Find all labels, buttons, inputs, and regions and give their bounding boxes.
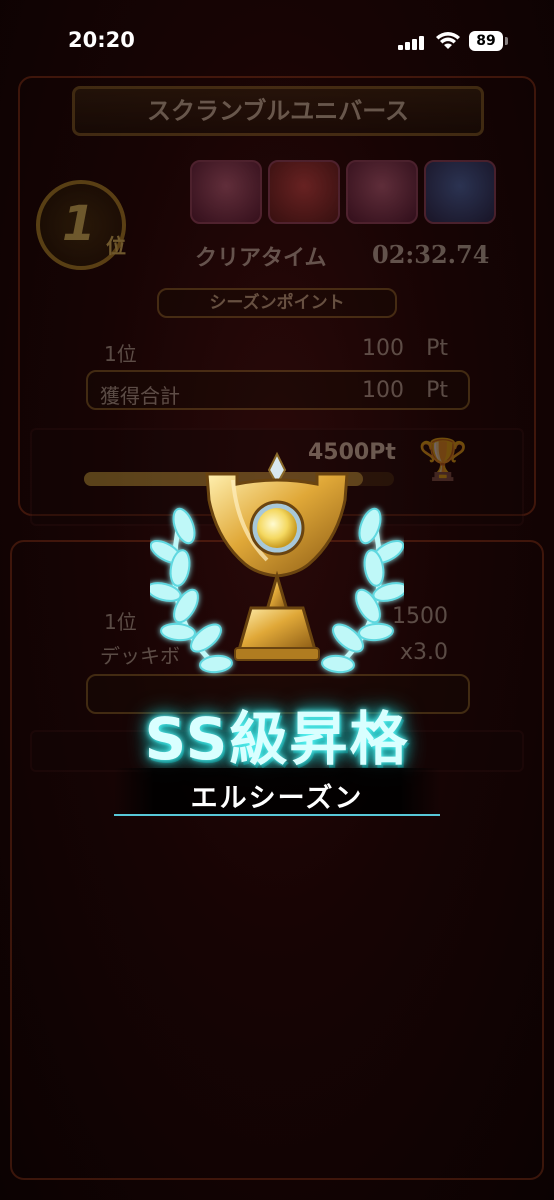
total-points-unit: Pt [426,378,448,403]
promotion-overlay[interactable]: SS級昇格 エルシーズン [0,440,554,830]
rank-suffix: 位 [106,234,126,258]
clear-time-label: クリアタイム [195,246,327,271]
total-points-value: 100 [362,378,404,403]
points-row-value: 100 [362,336,404,361]
quest-title: スクランブルユニバース [72,86,484,136]
points-row-label: 1位 [104,342,137,366]
season-band: エルシーズン [114,768,440,816]
season-points-header: シーズンポイント [157,288,397,318]
rank-badge: 1 位 [36,180,126,270]
rank-number: 1 [62,196,96,252]
result-screen: 20:20 89 スクランブルユニバース 1 位 クリアタイム 02:32.74… [0,0,554,1200]
promotion-title: SS級昇格 [144,705,410,773]
character-icon [190,160,262,224]
season-name: エルシーズン [190,783,364,814]
clear-time-value: 02:32.74 [372,240,490,269]
gold-trophy-icon [205,451,349,661]
character-icon [346,160,418,224]
character-icon [268,160,340,224]
points-row-unit: Pt [426,336,448,361]
total-points-label: 獲得合計 [100,384,180,408]
character-icon [424,160,496,224]
